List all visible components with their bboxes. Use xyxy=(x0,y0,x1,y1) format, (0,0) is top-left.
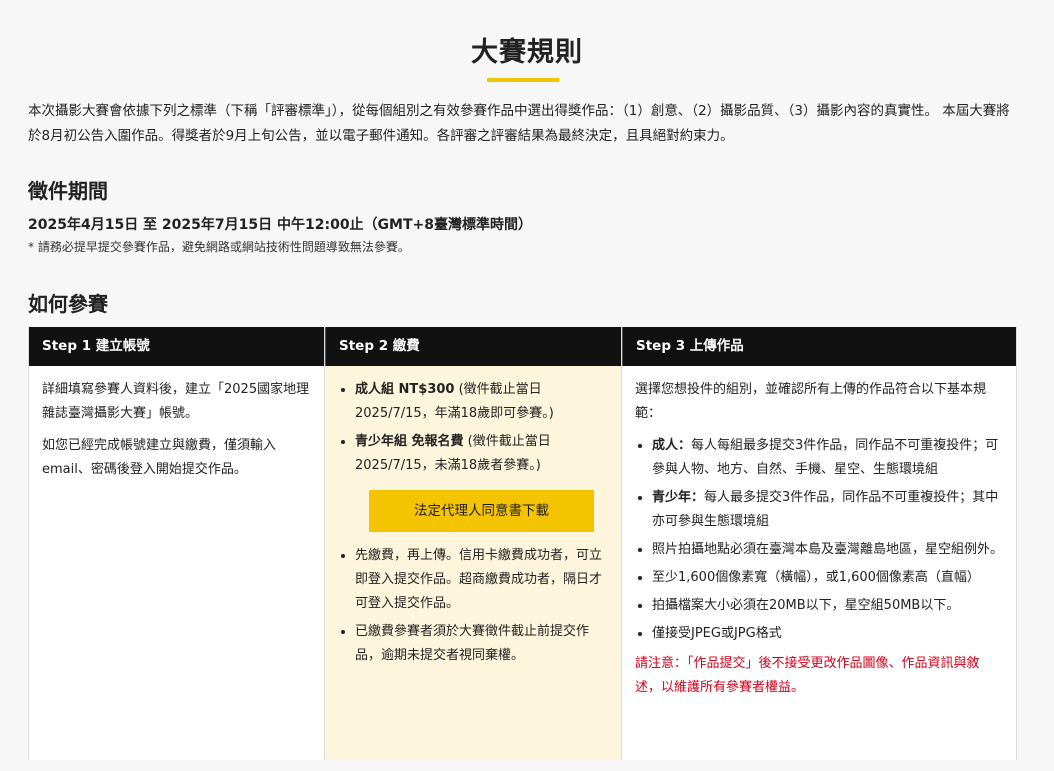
how-heading: 如何參賽 xyxy=(28,292,108,316)
period-dates: 2025年4月15日 至 2025年7月15日 中午12:00止（GMT+8臺灣… xyxy=(28,217,533,233)
rule-text: 僅接受JPEG或JPG格式 xyxy=(652,626,782,641)
period-note: * 請務必提早提交參賽作品，避免網路或網站技術性問題導致無法參賽。 xyxy=(28,240,410,254)
payment-note: 已繳費參賽者須於大賽徵件截止前提交作品，逾期未提交者視同棄權。 xyxy=(355,620,608,668)
upload-rules: 成人：每人每組最多提交3件作品，同作品不可重複投件；可參與人物、地方、自然、手機… xyxy=(635,434,1003,646)
guardian-consent-download-button[interactable]: 法定代理人同意書下載 xyxy=(369,490,594,532)
rule-text: 至少1,600個像素寬（橫幅），或1,600個像素高（直幅） xyxy=(652,570,980,585)
step1-paragraph: 詳細填寫參賽人資料後，建立「2025國家地理雜誌臺灣攝影大賽」帳號。 xyxy=(42,382,310,421)
step3-intro: 選擇您想投件的組別，並確認所有上傳的作品符合以下基本規範： xyxy=(635,382,987,421)
rule-item: 至少1,600個像素寬（橫幅），或1,600個像素高（直幅） xyxy=(652,566,1003,590)
step3-header: Step 3 上傳作品 xyxy=(622,327,1016,366)
rule-item: 僅接受JPEG或JPG格式 xyxy=(652,622,1003,646)
rules-page: 大賽規則 本次攝影大賽會依據下列之標準（下稱「評審標準」），從每個組別之有效參賽… xyxy=(0,0,1054,771)
rule-text: 每人最多提交3件作品，同作品不可重複投件；其中亦可參與生態環境組 xyxy=(652,490,999,529)
fee-item-youth: 青少年組 免報名費 (徵件截止當日2025/7/15，未滿18歲者參賽。) xyxy=(355,430,608,478)
step3-column: Step 3 上傳作品 選擇您想投件的組別，並確認所有上傳的作品符合以下基本規範… xyxy=(622,327,1017,760)
rule-item: 青少年：每人最多提交3件作品，同作品不可重複投件；其中亦可參與生態環境組 xyxy=(652,486,1003,534)
fee-label: 青少年組 免報名費 xyxy=(355,434,464,449)
submission-notice: 請注意：「作品提交」後不接受更改作品圖像、作品資訊與敘述，以維護所有參賽者權益。 xyxy=(635,656,980,695)
step2-header: Step 2 繳費 xyxy=(325,327,621,366)
rule-text: 拍攝檔案大小必須在20MB以下，星空組50MB以下。 xyxy=(652,598,960,613)
payment-notes: 先繳費，再上傳。信用卡繳費成功者，可立即登入提交作品。超商繳費成功者，隔日才可登… xyxy=(338,544,608,668)
fee-label: 成人組 NT$300 xyxy=(355,382,455,397)
fee-list: 成人組 NT$300 (徵件截止當日2025/7/15，年滿18歲即可參賽。) … xyxy=(338,378,608,478)
step1-header: Step 1 建立帳號 xyxy=(29,327,324,366)
step1-column: Step 1 建立帳號 詳細填寫參賽人資料後，建立「2025國家地理雜誌臺灣攝影… xyxy=(28,327,325,760)
step2-column: Step 2 繳費 成人組 NT$300 (徵件截止當日2025/7/15，年滿… xyxy=(325,327,622,760)
rule-item: 拍攝檔案大小必須在20MB以下，星空組50MB以下。 xyxy=(652,594,1003,618)
period-heading: 徵件期間 xyxy=(28,179,108,203)
steps-table: Step 1 建立帳號 詳細填寫參賽人資料後，建立「2025國家地理雜誌臺灣攝影… xyxy=(28,327,1017,760)
rule-label: 成人： xyxy=(652,438,692,453)
step1-paragraph: 如您已經完成帳號建立與繳費，僅須輸入email、密碼後登入開始提交作品。 xyxy=(42,438,277,477)
intro-text: 本次攝影大賽會依據下列之標準（下稱「評審標準」），從每個組別之有效參賽作品中選出… xyxy=(28,103,1010,144)
payment-note: 先繳費，再上傳。信用卡繳費成功者，可立即登入提交作品。超商繳費成功者，隔日才可登… xyxy=(355,544,608,616)
rule-text: 照片拍攝地點必須在臺灣本島及臺灣離島地區，星空組例外。 xyxy=(652,542,1004,557)
rule-label: 青少年： xyxy=(652,490,705,505)
page-title: 大賽規則 xyxy=(471,37,583,68)
fee-item-adult: 成人組 NT$300 (徵件截止當日2025/7/15，年滿18歲即可參賽。) xyxy=(355,378,608,426)
rule-item: 照片拍攝地點必須在臺灣本島及臺灣離島地區，星空組例外。 xyxy=(652,538,1003,562)
title-underline xyxy=(487,78,559,82)
rule-item: 成人：每人每組最多提交3件作品，同作品不可重複投件；可參與人物、地方、自然、手機… xyxy=(652,434,1003,482)
rule-text: 每人每組最多提交3件作品，同作品不可重複投件；可參與人物、地方、自然、手機、星空… xyxy=(652,438,999,477)
